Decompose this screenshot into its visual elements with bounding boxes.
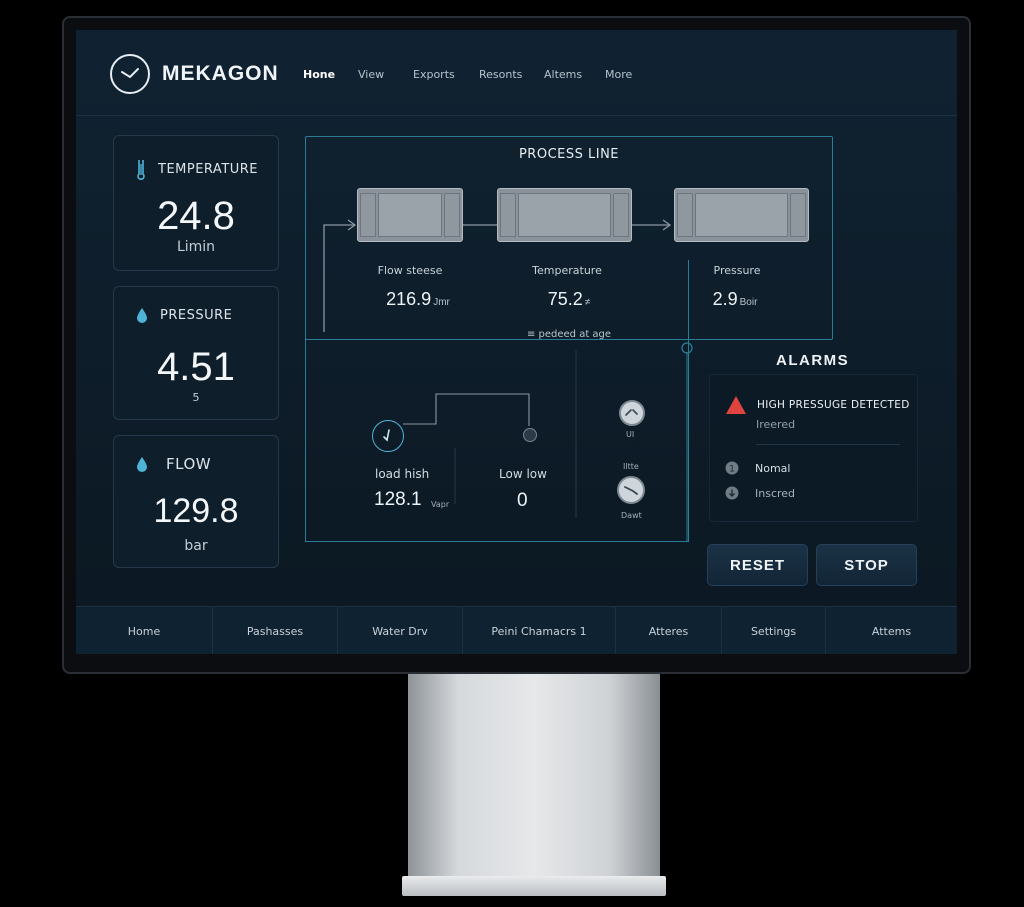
low-low-value: 0 xyxy=(517,490,528,511)
header: MEKAGON Hone View Exports Resonts Altems… xyxy=(76,30,957,116)
top-nav: Hone View Exports Resonts Altems More xyxy=(303,68,645,81)
warning-icon xyxy=(726,396,746,414)
bottom-nav-peini-chamacrs[interactable]: Peini Chamacrs 1 xyxy=(463,607,616,654)
unit-label-pressure: Pressure xyxy=(713,264,761,277)
nav-item-more[interactable]: More xyxy=(605,68,645,81)
brand-name: MEKAGON xyxy=(162,62,279,85)
bottom-nav-settings[interactable]: Settings xyxy=(722,607,826,654)
unit-value-flow: 216.9 Jmr xyxy=(386,289,450,309)
alarm-item-normal[interactable]: 1 Nomal xyxy=(725,461,790,475)
pressure-unit: 5 xyxy=(192,391,200,404)
bottom-nav: Home Pashasses Water Drv Peini Chamacrs … xyxy=(76,606,957,654)
valve-node-icon[interactable] xyxy=(523,428,537,442)
unit-value-pressure: 2.9 Boir xyxy=(712,289,758,309)
droplet-icon xyxy=(137,308,147,323)
gauge-knob-label: Dawt xyxy=(621,511,642,520)
alarm-item-high-pressure[interactable]: HIGH PRESSUGE DETECTED xyxy=(725,395,910,415)
stop-button[interactable]: STOP xyxy=(816,544,917,586)
unit-value-temperature: 75.2 ≠ xyxy=(547,289,591,309)
process-unit-pressure xyxy=(674,188,809,242)
load-high-label: load hish xyxy=(375,467,430,481)
unit-label-flow: Flow steese xyxy=(377,264,443,277)
nav-item-altems[interactable]: Altems xyxy=(544,68,605,81)
gauge-knob-icon[interactable] xyxy=(617,476,645,504)
thermometer-icon xyxy=(137,160,145,180)
process-line-panel: PROCESS LINE Flow steese Temperature Pre… xyxy=(305,136,833,340)
gauge-dial-label: UI xyxy=(626,430,635,439)
down-circle-icon xyxy=(725,486,739,500)
process-unit-temperature xyxy=(497,188,632,242)
alarm-text: HIGH PRESSUGE DETECTED xyxy=(757,399,910,411)
lower-flow-lines xyxy=(403,342,693,542)
temperature-value: 24.8 xyxy=(157,194,235,238)
pressure-value: 4.51 xyxy=(157,345,235,389)
reset-button[interactable]: RESET xyxy=(707,544,808,586)
droplet-icon xyxy=(137,457,147,472)
flow-sensor-icon[interactable] xyxy=(372,420,404,452)
info-circle-icon: 1 xyxy=(725,461,739,475)
flow-label: FLOW xyxy=(166,455,212,473)
flow-unit: bar xyxy=(184,538,208,554)
bottom-nav-attems[interactable]: Attems xyxy=(826,607,957,654)
alarm-subtext: Ireered xyxy=(756,418,796,431)
alarm-item-inscred[interactable]: Inscred xyxy=(725,486,795,500)
temperature-label: TEMPERATURE xyxy=(158,161,259,177)
load-high-value: 128.1 xyxy=(374,489,422,510)
monitor-stand xyxy=(408,674,660,879)
nav-item-resonts[interactable]: Resonts xyxy=(479,68,544,81)
low-low-label: Low low xyxy=(499,467,547,481)
temperature-unit: Limin xyxy=(176,239,216,255)
alarm-text: Inscred xyxy=(755,486,796,500)
nav-item-hone[interactable]: Hone xyxy=(303,68,358,81)
temperature-card: TEMPERATURE 24.8 Limin xyxy=(113,135,279,271)
alarm-divider xyxy=(756,444,900,445)
hmi-screen: MEKAGON Hone View Exports Resonts Altems… xyxy=(76,30,957,654)
process-unit-flow xyxy=(357,188,463,242)
gauge-dial-icon[interactable] xyxy=(619,400,645,426)
monitor-stand-base xyxy=(402,876,666,896)
flow-card: FLOW 129.8 bar xyxy=(113,435,279,568)
nav-item-exports[interactable]: Exports xyxy=(413,68,479,81)
flow-value: 129.8 xyxy=(153,492,239,530)
svg-text:1: 1 xyxy=(729,465,735,475)
pressure-label: PRESSURE xyxy=(160,307,233,323)
bottom-nav-pashasses[interactable]: Pashasses xyxy=(213,607,338,654)
clock-logo-icon xyxy=(110,54,150,94)
alarm-text: Nomal xyxy=(755,461,791,475)
pressure-card: PRESSURE 4.51 5 xyxy=(113,286,279,420)
gauge-knob-top-label: Iltte xyxy=(623,462,639,471)
load-high-unit: Vapr xyxy=(431,500,450,509)
alarms-panel: HIGH PRESSUGE DETECTED Ireered 1 Nomal I… xyxy=(709,374,918,522)
unit-label-temperature: Temperature xyxy=(532,264,602,277)
process-note: ≡ pedeed at age xyxy=(526,329,612,340)
bottom-nav-home[interactable]: Home xyxy=(76,607,213,654)
bottom-nav-water-drv[interactable]: Water Drv xyxy=(338,607,463,654)
nav-item-view[interactable]: View xyxy=(358,68,413,81)
bottom-nav-atteres[interactable]: Atteres xyxy=(616,607,722,654)
alarms-title: ALARMS xyxy=(776,352,850,369)
